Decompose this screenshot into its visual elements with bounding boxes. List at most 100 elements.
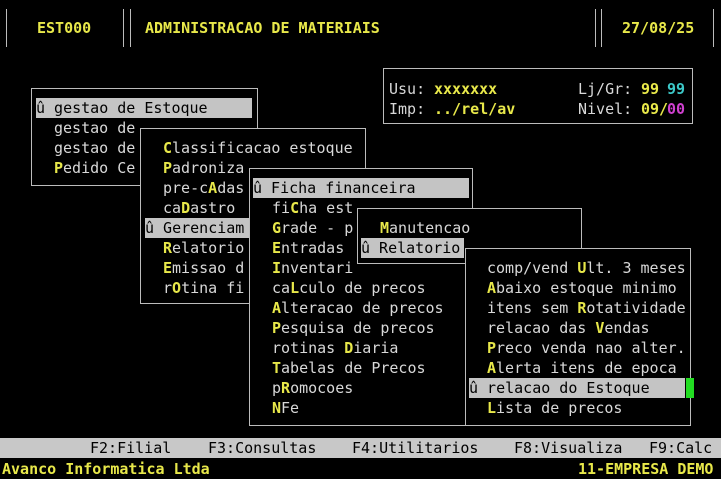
menu-item-label: elatorio xyxy=(172,239,245,257)
text-cursor xyxy=(686,378,694,398)
menu-item-ficha-financeira-selected[interactable]: û Ficha financeira xyxy=(253,178,469,198)
fkey-filial[interactable]: F2:Filial xyxy=(90,438,171,458)
hotkey-letter: A xyxy=(487,359,497,377)
menu-item-rotina[interactable]: rOtina fi xyxy=(163,278,244,298)
menu-item-entradas[interactable]: Entradas xyxy=(272,238,344,258)
ljgr-label: Lj/Gr: xyxy=(578,80,633,98)
menu-item-gestao-estoque-selected[interactable]: û gestao de Estoque xyxy=(36,98,252,118)
menu-item-gestao-1[interactable]: gestao de xyxy=(54,118,135,138)
menu-item-label: iaria xyxy=(353,339,399,357)
hotkey-letter: R xyxy=(281,379,291,397)
menu-item-label: reco venda nao alter. xyxy=(496,339,686,357)
menu-item-relacao-estoque-selected[interactable]: û relacao do Estoque xyxy=(469,378,685,398)
menu-item-label: astro xyxy=(190,199,236,217)
hotkey-letter: U xyxy=(577,259,587,277)
menu-item-label: nventari xyxy=(281,259,354,277)
menu-item-relatorio[interactable]: Relatorio xyxy=(163,238,244,258)
hotkey-letter: C xyxy=(163,139,173,157)
nivel-value-a: 09 xyxy=(641,100,660,118)
hotkey-letter: D xyxy=(181,199,191,217)
menu-item-rotinas-diaria[interactable]: rotinas Diaria xyxy=(272,338,398,358)
hotkey-letter: A xyxy=(208,179,218,197)
menu-item-label: p xyxy=(272,379,282,397)
menu-item-nfe[interactable]: NFe xyxy=(272,398,299,418)
gerenciamento-submenu: û Ficha financeira fiCha est Grade - p E… xyxy=(249,168,473,426)
hotkey-letter: A xyxy=(272,299,282,317)
menu-item-label: itens sem xyxy=(487,299,578,317)
app-title-box: ADMINISTRACAO DE MATERIAIS xyxy=(130,9,596,47)
menu-item-manutencao[interactable]: Manutencao xyxy=(380,218,470,238)
menu-item-ficha-estoque[interactable]: fiCha est xyxy=(272,198,353,218)
menu-item-label: lt. 3 meses xyxy=(586,259,686,277)
menu-item-relacao-vendas[interactable]: relacao das Vendas xyxy=(487,318,650,338)
menu-item-classificacao[interactable]: Classificacao estoque xyxy=(163,138,353,158)
relatorio-submenu: comp/vend Ult. 3 meses Abaixo estoque mi… xyxy=(465,248,691,426)
hotkey-letter: N xyxy=(272,399,282,417)
menu-item-label: ca xyxy=(272,279,291,297)
fkey-utilitarios[interactable]: F4:Utilitarios xyxy=(352,438,478,458)
fkey-visualiza[interactable]: F8:Visualiza xyxy=(514,438,622,458)
menu-item-abaixo-estoque[interactable]: Abaixo estoque minimo xyxy=(487,278,677,298)
menu-item-label: rotinas xyxy=(272,339,345,357)
menu-item-label: lassificacao estoque xyxy=(172,139,353,157)
menu-item-label: endas xyxy=(604,319,650,337)
menu-item-alerta-epoca[interactable]: Alerta itens de epoca xyxy=(487,358,677,378)
company-name: Avanco Informatica Ltda xyxy=(2,460,210,478)
hotkey-letter: E xyxy=(163,259,173,277)
menu-item-gerenciamento-selected[interactable]: û Gerenciam xyxy=(145,218,250,238)
hotkey-letter: M xyxy=(380,219,390,237)
hotkey-letter: G xyxy=(272,219,282,237)
menu-item-preco-venda[interactable]: Preco venda nao alter. xyxy=(487,338,686,358)
menu-item-comp-vend[interactable]: comp/vend Ult. 3 meses xyxy=(487,258,686,278)
menu-item-label: abelas de Precos xyxy=(281,359,426,377)
menu-item-pedido[interactable]: Pedido Ce xyxy=(54,158,135,178)
menu-item-label: otatividade xyxy=(586,299,686,317)
menu-item-label: das xyxy=(217,179,245,197)
menu-item-label: lteracao de precos xyxy=(281,299,444,317)
menu-item-promocoes[interactable]: pRomocoes xyxy=(272,378,353,398)
hotkey-letter: P xyxy=(272,319,282,337)
menu-item-calculo-precos[interactable]: caLculo de precos xyxy=(272,278,426,298)
menu-item-label: ca xyxy=(163,199,182,217)
menu-item-pre-cadastro[interactable]: pre-cAdas xyxy=(163,178,244,198)
usu-label: Usu: xyxy=(389,80,426,98)
user-info-panel: Usu: xxxxxxx Lj/Gr: 99 99 Imp: ../rel/av… xyxy=(383,68,693,124)
menu-item-lista-precos[interactable]: Lista de precos xyxy=(487,398,622,418)
menu-item-label: baixo estoque minimo xyxy=(496,279,677,297)
menu-item-label: ntradas xyxy=(281,239,345,257)
menu-item-cadastro[interactable]: caDastro xyxy=(163,198,235,218)
menu-item-alteracao-precos[interactable]: Alteracao de precos xyxy=(272,298,444,318)
menu-item-grade[interactable]: Grade - p xyxy=(272,218,353,238)
menu-item-padroniza[interactable]: Padroniza xyxy=(163,158,244,178)
menu-item-label: fi xyxy=(272,199,291,217)
hotkey-letter: O xyxy=(172,279,182,297)
usu-value: xxxxxxx xyxy=(434,80,498,98)
hotkey-letter: L xyxy=(487,399,497,417)
menu-item-label: missao d xyxy=(172,259,245,277)
program-code-box: EST000 xyxy=(6,9,124,47)
menu-item-tabelas-precos[interactable]: Tabelas de Precos xyxy=(272,358,426,378)
menu-item-inventario[interactable]: Inventari xyxy=(272,258,353,278)
menu-item-label: anutencao xyxy=(389,219,471,237)
hotkey-letter: P xyxy=(54,159,64,177)
fkey-consultas[interactable]: F3:Consultas xyxy=(208,438,316,458)
empresa-label: 11-EMPRESA DEMO xyxy=(578,460,714,478)
nivel-value-b: 00 xyxy=(667,100,686,118)
menu-item-label: Fe xyxy=(281,399,300,417)
function-key-bar: F2:Filial F3:Consultas F4:Utilitarios F8… xyxy=(0,438,721,458)
fkey-calc[interactable]: F9:Calc xyxy=(649,438,712,458)
menu-item-label: culo de precos xyxy=(299,279,426,297)
menu-item-pesquisa-precos[interactable]: Pesquisa de precos xyxy=(272,318,435,338)
nivel-label: Nivel: xyxy=(578,100,633,118)
hotkey-letter: P xyxy=(487,339,497,357)
menu-item-gestao-2[interactable]: gestao de xyxy=(54,138,135,158)
hotkey-letter: T xyxy=(272,359,282,377)
menu-item-emissao[interactable]: Emissao d xyxy=(163,258,244,278)
menu-item-label: omocoes xyxy=(290,379,354,397)
menu-item-label: ista de precos xyxy=(496,399,623,417)
menu-item-relatorio-selected[interactable]: û Relatorio xyxy=(361,238,464,258)
app-title: ADMINISTRACAO DE MATERIAIS xyxy=(145,19,380,37)
grupo-value: 99 xyxy=(667,80,686,98)
menu-item-itens-sem-rotatividade[interactable]: itens sem Rotatividade xyxy=(487,298,686,318)
date-box: 27/08/25 xyxy=(601,9,714,47)
